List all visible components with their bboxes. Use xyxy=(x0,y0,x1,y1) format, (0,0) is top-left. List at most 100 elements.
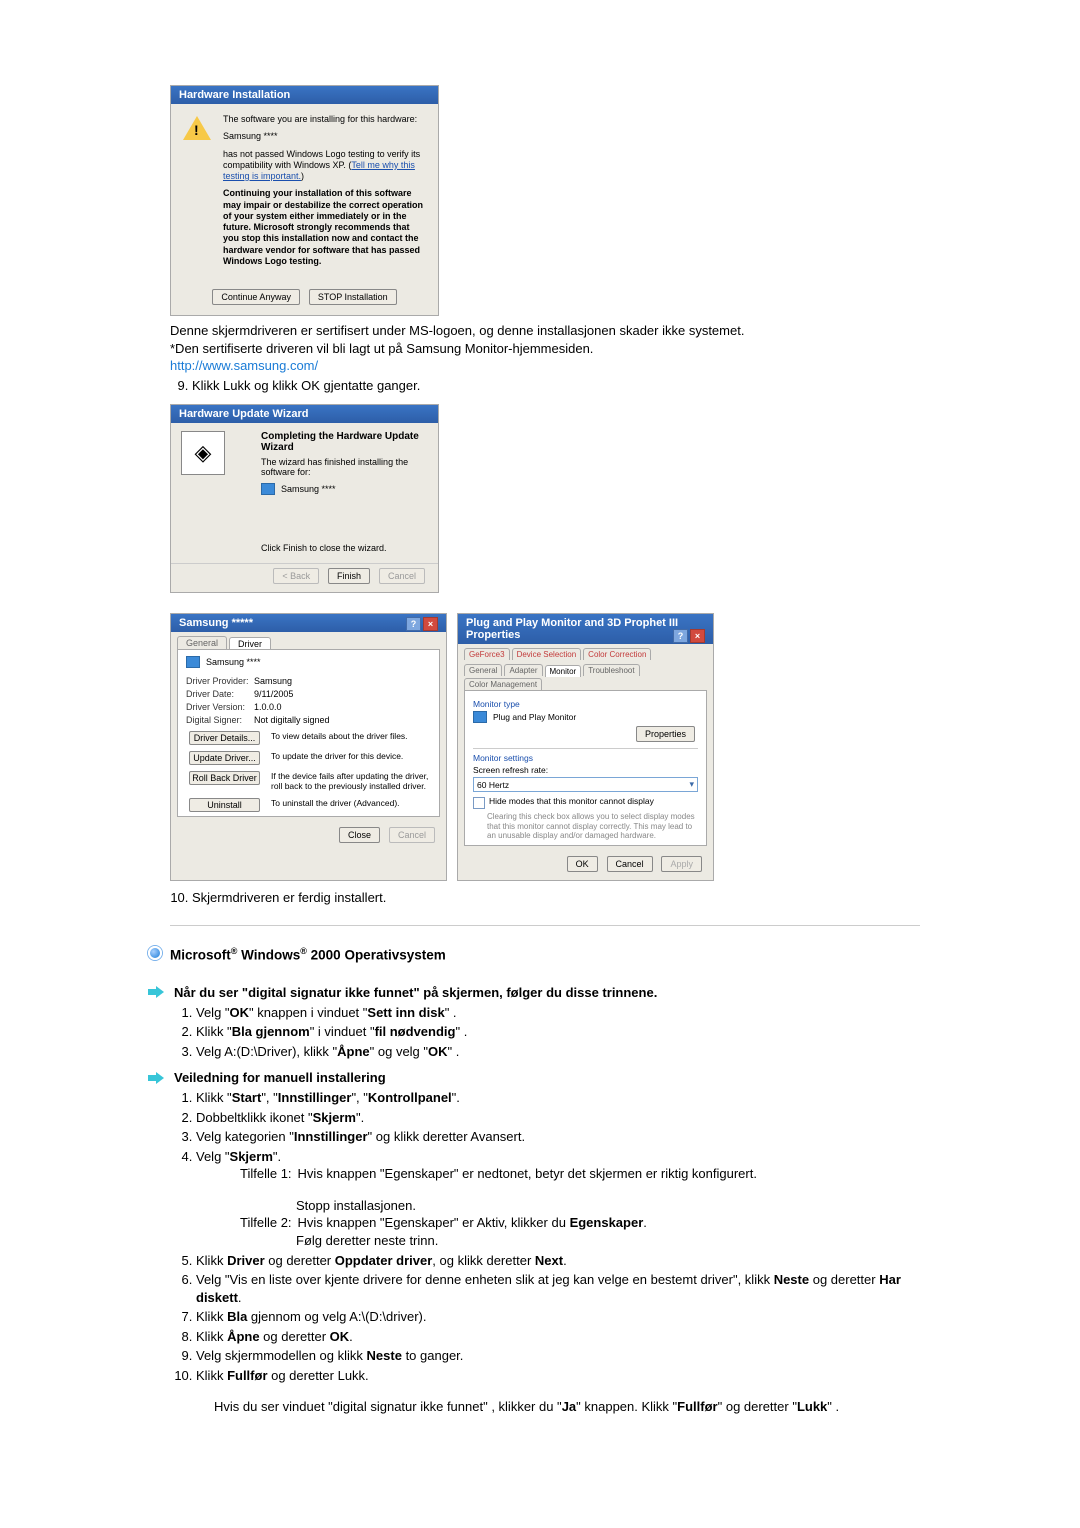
tab-general[interactable]: General xyxy=(464,664,502,676)
wizard-heading: Completing the Hardware Update Wizard xyxy=(261,431,428,453)
dialog-title: Hardware Update Wizard xyxy=(171,405,438,423)
monitor-settings-group: Monitor settings xyxy=(473,753,698,763)
man-step-5: Klikk Driver og deretter Oppdater driver… xyxy=(196,1252,920,1270)
hardware-installation-dialog: Hardware Installation The software you a… xyxy=(170,85,439,316)
chevron-down-icon: ▾ xyxy=(689,779,694,790)
tilfelle2-text2: Følg deretter neste trinn. xyxy=(240,1232,920,1250)
hardware-update-wizard-dialog: Hardware Update Wizard ◈ Completing the … xyxy=(170,404,439,593)
ds-step-2: Klikk "Bla gjennom" i vinduet "fil nødve… xyxy=(196,1023,920,1041)
warning-icon xyxy=(183,116,211,140)
device-name: Samsung **** xyxy=(281,484,336,494)
tab-color-correction[interactable]: Color Correction xyxy=(583,648,651,660)
man-step-7: Klikk Bla gjennom og velg A:\(D:\driver)… xyxy=(196,1308,920,1326)
cancel-button: Cancel xyxy=(379,568,425,584)
man-step-3: Velg kategorien "Innstillinger" og klikk… xyxy=(196,1128,920,1146)
tab-device-selection[interactable]: Device Selection xyxy=(512,648,582,660)
hide-modes-checkbox[interactable] xyxy=(473,797,485,809)
update-desc: To update the driver for this device. xyxy=(271,751,431,761)
provider-value: Samsung xyxy=(254,676,292,686)
help-icon[interactable]: ? xyxy=(673,629,688,643)
dialog-pair: Samsung ***** ? × General Driver Samsung… xyxy=(170,613,920,887)
uninstall-desc: To uninstall the driver (Advanced). xyxy=(271,798,431,808)
device-properties-dialog: Samsung ***** ? × General Driver Samsung… xyxy=(170,613,447,881)
tab-monitor[interactable]: Monitor xyxy=(545,665,582,677)
after-note: Hvis du ser vinduet "digital signatur ik… xyxy=(214,1398,920,1416)
dialog-text: has not passed Windows Logo testing to v… xyxy=(223,149,426,183)
stop-installation-button[interactable]: STOP Installation xyxy=(309,289,397,305)
monitor-icon xyxy=(261,483,275,495)
section-manual-install: Veiledning for manuell installering xyxy=(148,1070,920,1085)
cancel-button: Cancel xyxy=(389,827,435,843)
tab-color-management[interactable]: Color Management xyxy=(464,678,542,690)
tab-geforce3[interactable]: GeForce3 xyxy=(464,648,510,660)
signer-value: Not digitally signed xyxy=(254,715,330,725)
man-step-1: Klikk "Start", "Innstillinger", "Kontrol… xyxy=(196,1089,920,1107)
hide-modes-desc: Clearing this check box allows you to se… xyxy=(487,812,698,841)
man-step-9: Velg skjermmodellen og klikk Neste to ga… xyxy=(196,1347,920,1365)
uninstall-button[interactable]: Uninstall xyxy=(189,798,260,812)
dialog-title: Hardware Installation xyxy=(171,86,438,104)
wizard-icon: ◈ xyxy=(181,431,225,475)
device-name: Samsung **** xyxy=(206,657,261,667)
paragraph: Denne skjermdriveren er sertifisert unde… xyxy=(170,322,920,375)
ds-step-1: Velg "OK" knappen i vinduet "Sett inn di… xyxy=(196,1004,920,1022)
step-9: Klikk Lukk og klikk OK gjentatte ganger. xyxy=(192,377,920,395)
close-button[interactable]: Close xyxy=(339,827,380,843)
dialog-title: Samsung ***** ? × xyxy=(171,614,446,632)
version-label: Driver Version: xyxy=(186,702,254,712)
refresh-label: Screen refresh rate: xyxy=(473,765,698,775)
signer-label: Digital Signer: xyxy=(186,715,254,725)
tilfelle1-text: Hvis knappen "Egenskaper" er nedtonet, b… xyxy=(298,1165,757,1183)
step-10: Skjermdriveren er ferdig installert. xyxy=(192,889,920,907)
properties-button[interactable]: Properties xyxy=(636,726,695,742)
date-value: 9/11/2005 xyxy=(254,689,293,699)
tilfelle2-label: Tilfelle 2: xyxy=(240,1214,292,1232)
tilfelle2-text: Hvis knappen "Egenskaper" er Aktiv, klik… xyxy=(298,1214,647,1232)
wizard-foot: Click Finish to close the wizard. xyxy=(171,541,438,559)
continue-anyway-button[interactable]: Continue Anyway xyxy=(212,289,300,305)
dialog-text: The software you are installing for this… xyxy=(223,114,426,125)
man-step-4: Velg "Skjerm". Tilfelle 1:Hvis knappen "… xyxy=(196,1148,920,1250)
apply-button: Apply xyxy=(661,856,702,872)
samsung-link[interactable]: http://www.samsung.com/ xyxy=(170,358,318,373)
ok-button[interactable]: OK xyxy=(567,856,598,872)
date-label: Driver Date: xyxy=(186,689,254,699)
dialog-title: Plug and Play Monitor and 3D Prophet III… xyxy=(458,614,713,644)
tab-adapter[interactable]: Adapter xyxy=(504,664,542,676)
man-step-6: Velg "Vis en liste over kjente drivere f… xyxy=(196,1271,920,1306)
monitor-icon xyxy=(186,656,200,668)
update-driver-button[interactable]: Update Driver... xyxy=(189,751,260,765)
help-icon[interactable]: ? xyxy=(406,617,421,631)
tilfelle1-label: Tilfelle 1: xyxy=(240,1165,292,1183)
monitor-type-group: Monitor type xyxy=(473,699,698,709)
driver-details-button[interactable]: Driver Details... xyxy=(189,731,260,745)
tilfelle1-text2: Stopp installasjonen. xyxy=(240,1197,920,1215)
details-desc: To view details about the driver files. xyxy=(271,731,431,741)
display-properties-dialog: Plug and Play Monitor and 3D Prophet III… xyxy=(457,613,714,881)
rollback-driver-button[interactable]: Roll Back Driver xyxy=(189,771,260,785)
step-list: Skjermdriveren er ferdig installert. xyxy=(170,889,920,907)
hide-modes-label: Hide modes that this monitor cannot disp… xyxy=(489,796,654,806)
section-digital-signature: Når du ser "digital signatur ikke funnet… xyxy=(148,985,920,1000)
manual-steps: Klikk "Start", "Innstillinger", "Kontrol… xyxy=(170,1089,920,1384)
rollback-desc: If the device fails after updating the d… xyxy=(271,771,431,791)
digsig-steps: Velg "OK" knappen i vinduet "Sett inn di… xyxy=(170,1004,920,1061)
version-value: 1.0.0.0 xyxy=(254,702,282,712)
back-button: < Back xyxy=(273,568,319,584)
finish-button[interactable]: Finish xyxy=(328,568,370,584)
section-header-ms2000: Microsoft® Windows® 2000 Operativsystem xyxy=(148,944,920,963)
device-name: Samsung **** xyxy=(223,131,426,142)
man-step-8: Klikk Åpne og deretter OK. xyxy=(196,1328,920,1346)
blue-dot-icon xyxy=(148,946,162,960)
man-step-10: Klikk Fullfør og deretter Lukk. xyxy=(196,1367,920,1385)
wizard-subtext: The wizard has finished installing the s… xyxy=(261,457,428,477)
cancel-button[interactable]: Cancel xyxy=(607,856,653,872)
tab-general[interactable]: General xyxy=(177,636,227,649)
tab-troubleshoot[interactable]: Troubleshoot xyxy=(583,664,639,676)
close-icon[interactable]: × xyxy=(690,629,705,643)
close-icon[interactable]: × xyxy=(423,617,438,631)
monitor-icon xyxy=(473,711,487,723)
arrow-right-icon xyxy=(148,1071,166,1085)
ds-step-3: Velg A:(D:\Driver), klikk "Åpne" og velg… xyxy=(196,1043,920,1061)
refresh-rate-select[interactable]: 60 Hertz▾ xyxy=(473,777,698,792)
